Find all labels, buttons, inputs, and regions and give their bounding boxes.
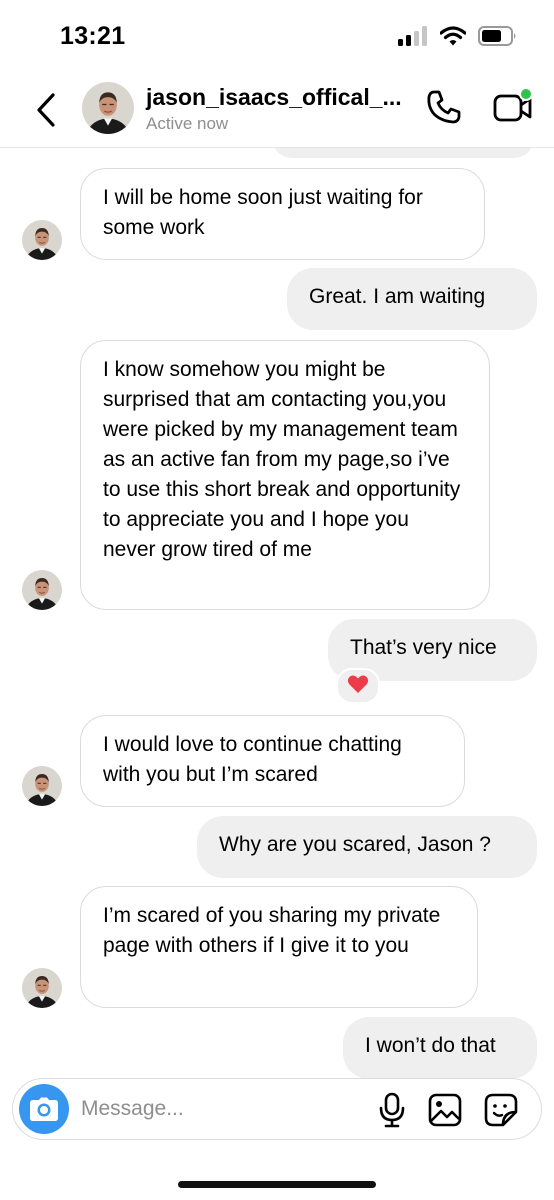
reaction-heart[interactable] (336, 668, 380, 704)
camera-icon (30, 1097, 58, 1121)
sender-avatar (22, 570, 62, 610)
back-arrow-icon (37, 93, 55, 127)
signal-icon (398, 26, 428, 51)
status-time: 13:21 (60, 22, 126, 50)
message-bubble-incoming[interactable]: I’m scared of you sharing my private pag… (80, 886, 478, 1008)
sender-avatar (22, 220, 62, 260)
message-bubble-incoming[interactable]: I will be home soon just waiting for som… (80, 168, 485, 260)
battery-icon (478, 26, 518, 51)
message-bubble-outgoing[interactable]: Why are you scared, Jason ? (197, 816, 537, 878)
message-input[interactable] (81, 1095, 361, 1123)
microphone-icon (379, 1092, 405, 1128)
message-bubble-incoming[interactable]: I know somehow you might be surprised th… (80, 340, 490, 610)
heart-icon (347, 674, 369, 699)
sender-avatar (22, 968, 62, 1008)
gallery-icon (428, 1093, 462, 1127)
message-composer (12, 1078, 542, 1140)
voice-message-button[interactable] (375, 1092, 409, 1128)
sticker-icon (484, 1093, 518, 1127)
gallery-button[interactable] (427, 1092, 463, 1128)
status-bar: 13:21 (0, 0, 554, 72)
camera-button[interactable] (19, 1084, 69, 1134)
audio-call-button[interactable] (424, 87, 464, 127)
video-call-icon (493, 87, 533, 122)
back-button[interactable] (30, 90, 62, 130)
previous-message-bubble (272, 148, 534, 158)
home-indicator[interactable] (178, 1181, 376, 1188)
sender-avatar (22, 766, 62, 806)
contact-username[interactable]: jason_isaacs_offical_... (146, 84, 402, 111)
video-call-button[interactable] (492, 87, 534, 127)
wifi-icon (439, 26, 467, 51)
message-bubble-outgoing[interactable]: Great. I am waiting (287, 268, 537, 330)
status-icons (398, 26, 518, 51)
chat-header: jason_isaacs_offical_... Active now (0, 72, 554, 148)
contact-avatar[interactable] (82, 82, 134, 134)
message-bubble-incoming[interactable]: I would love to continue chatting with y… (80, 715, 465, 807)
contact-status: Active now (146, 114, 229, 133)
sticker-button[interactable] (483, 1092, 519, 1128)
message-bubble-outgoing[interactable]: I won’t do that (343, 1017, 537, 1078)
message-thread[interactable]: I will be home soon just waiting for som… (0, 148, 554, 1078)
phone-icon (427, 90, 461, 124)
